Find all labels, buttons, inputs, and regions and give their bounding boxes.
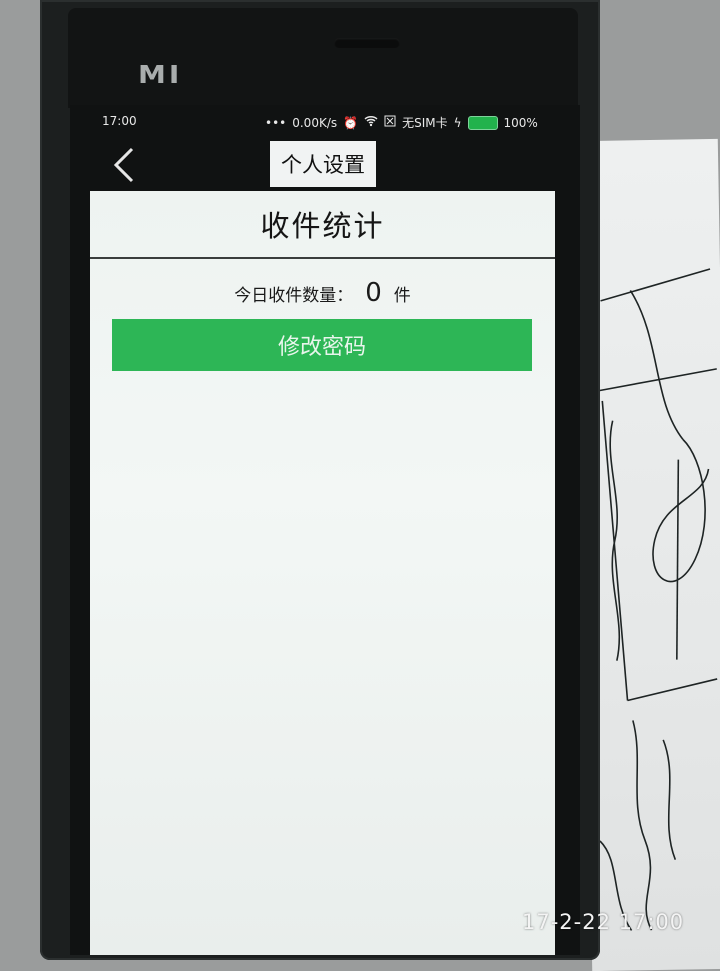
status-time: 17:00 (102, 114, 137, 128)
charging-icon: ϟ (453, 115, 462, 130)
today-count-value: 0 (365, 278, 382, 308)
brand-logo: MI (138, 59, 183, 90)
photo-timestamp: 17-2-22 17:00 (522, 910, 685, 934)
change-password-button[interactable]: 修改密码 (112, 319, 532, 371)
today-count-row: 今日收件数量： 0 件 (90, 275, 555, 311)
status-bar: 17:00 ••• 0.00K/s ⏰ 无SIM卡 ϟ 100% (70, 105, 580, 139)
sim-off-icon (384, 115, 396, 130)
page-title: 个人设置 (270, 141, 376, 187)
today-count-label: 今日收件数量： (234, 285, 354, 306)
earpiece-speaker (334, 38, 400, 48)
battery-icon (467, 115, 498, 130)
more-dots-icon: ••• (265, 115, 287, 130)
sim-status: 无SIM卡 (402, 116, 448, 130)
phone-screen: 17:00 ••• 0.00K/s ⏰ 无SIM卡 ϟ 100% 个人设置 收件… (70, 105, 580, 955)
today-count-unit: 件 (393, 285, 411, 306)
settings-content: 收件统计 今日收件数量： 0 件 修改密码 (90, 191, 555, 955)
alarm-icon: ⏰ (343, 115, 359, 130)
chevron-left-icon[interactable] (110, 147, 138, 183)
battery-percent: 100% (503, 115, 538, 130)
phone-top-bezel (68, 8, 578, 108)
status-indicators: ••• 0.00K/s ⏰ 无SIM卡 ϟ 100% (265, 114, 538, 131)
wifi-icon (364, 115, 378, 130)
section-title: 收件统计 (90, 191, 555, 259)
network-speed: 0.00K/s (292, 115, 338, 130)
nav-bar: 个人设置 (70, 139, 580, 191)
